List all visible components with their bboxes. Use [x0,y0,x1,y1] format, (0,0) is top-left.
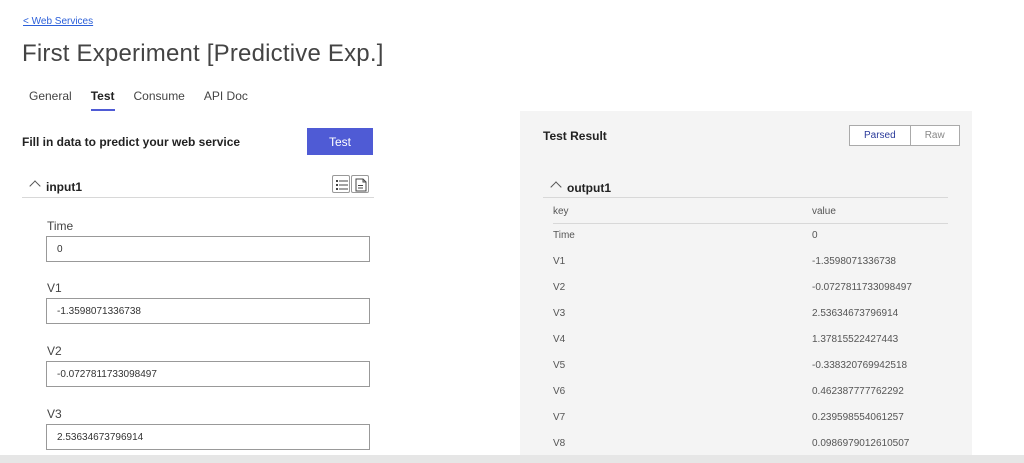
output1-section-header[interactable]: output1 [543,173,948,198]
row-key: V6 [553,386,566,397]
tab-general[interactable]: General [29,89,72,111]
v3-input[interactable] [46,424,370,450]
row-value: -1.3598071336738 [812,256,896,267]
tab-api-doc[interactable]: API Doc [204,89,248,111]
field-label-v2: V2 [47,344,62,358]
row-value: 0.462387777762292 [812,386,904,397]
list-view-icon[interactable] [332,175,350,193]
input-panel-heading: Fill in data to predict your web service [22,135,241,149]
row-key: V8 [553,438,566,449]
row-key: Time [553,230,575,241]
value-column-header: value [812,206,836,217]
view-mode-toggle: Parsed Raw [849,125,960,146]
row-key: V2 [553,282,566,293]
input1-section-header[interactable]: input1 [22,173,374,198]
field-label-v3: V3 [47,407,62,421]
back-to-web-services-link[interactable]: < Web Services [23,16,93,27]
field-label-v1: V1 [47,281,62,295]
row-value: 0 [812,230,818,241]
test-result-panel: Test Result Parsed Raw output1 key value… [520,111,972,463]
row-value: 0.0986979012610507 [812,438,910,449]
row-value: 2.53634673796914 [812,308,899,319]
input1-section-label: input1 [46,180,82,194]
chevron-up-icon[interactable] [29,180,41,192]
row-value: -0.338320769942518 [812,360,908,371]
time-input[interactable] [46,236,370,262]
row-key: V3 [553,308,566,319]
page-title: First Experiment [Predictive Exp.] [22,40,384,67]
v2-input[interactable] [46,361,370,387]
tab-test[interactable]: Test [90,89,115,111]
result-table-header: key value [553,206,948,224]
test-button[interactable]: Test [307,128,373,155]
tab-consume[interactable]: Consume [134,89,185,111]
row-value: 0.239598554061257 [812,412,904,423]
key-column-header: key [553,206,569,217]
row-key: V1 [553,256,566,267]
row-key: V4 [553,334,566,345]
horizontal-scrollbar[interactable] [0,455,1024,463]
output1-section-label: output1 [567,181,611,195]
test-result-heading: Test Result [543,129,607,143]
parsed-toggle[interactable]: Parsed [850,126,911,145]
row-key: V5 [553,360,566,371]
row-key: V7 [553,412,566,423]
row-value: -0.0727811733098497 [812,282,912,293]
chevron-up-icon[interactable] [550,181,562,193]
tab-bar: General Test Consume API Doc [29,89,267,111]
document-view-icon[interactable] [351,175,369,193]
v1-input[interactable] [46,298,370,324]
raw-toggle[interactable]: Raw [911,126,959,145]
field-label-time: Time [47,219,74,233]
row-value: 1.37815522427443 [812,334,899,345]
